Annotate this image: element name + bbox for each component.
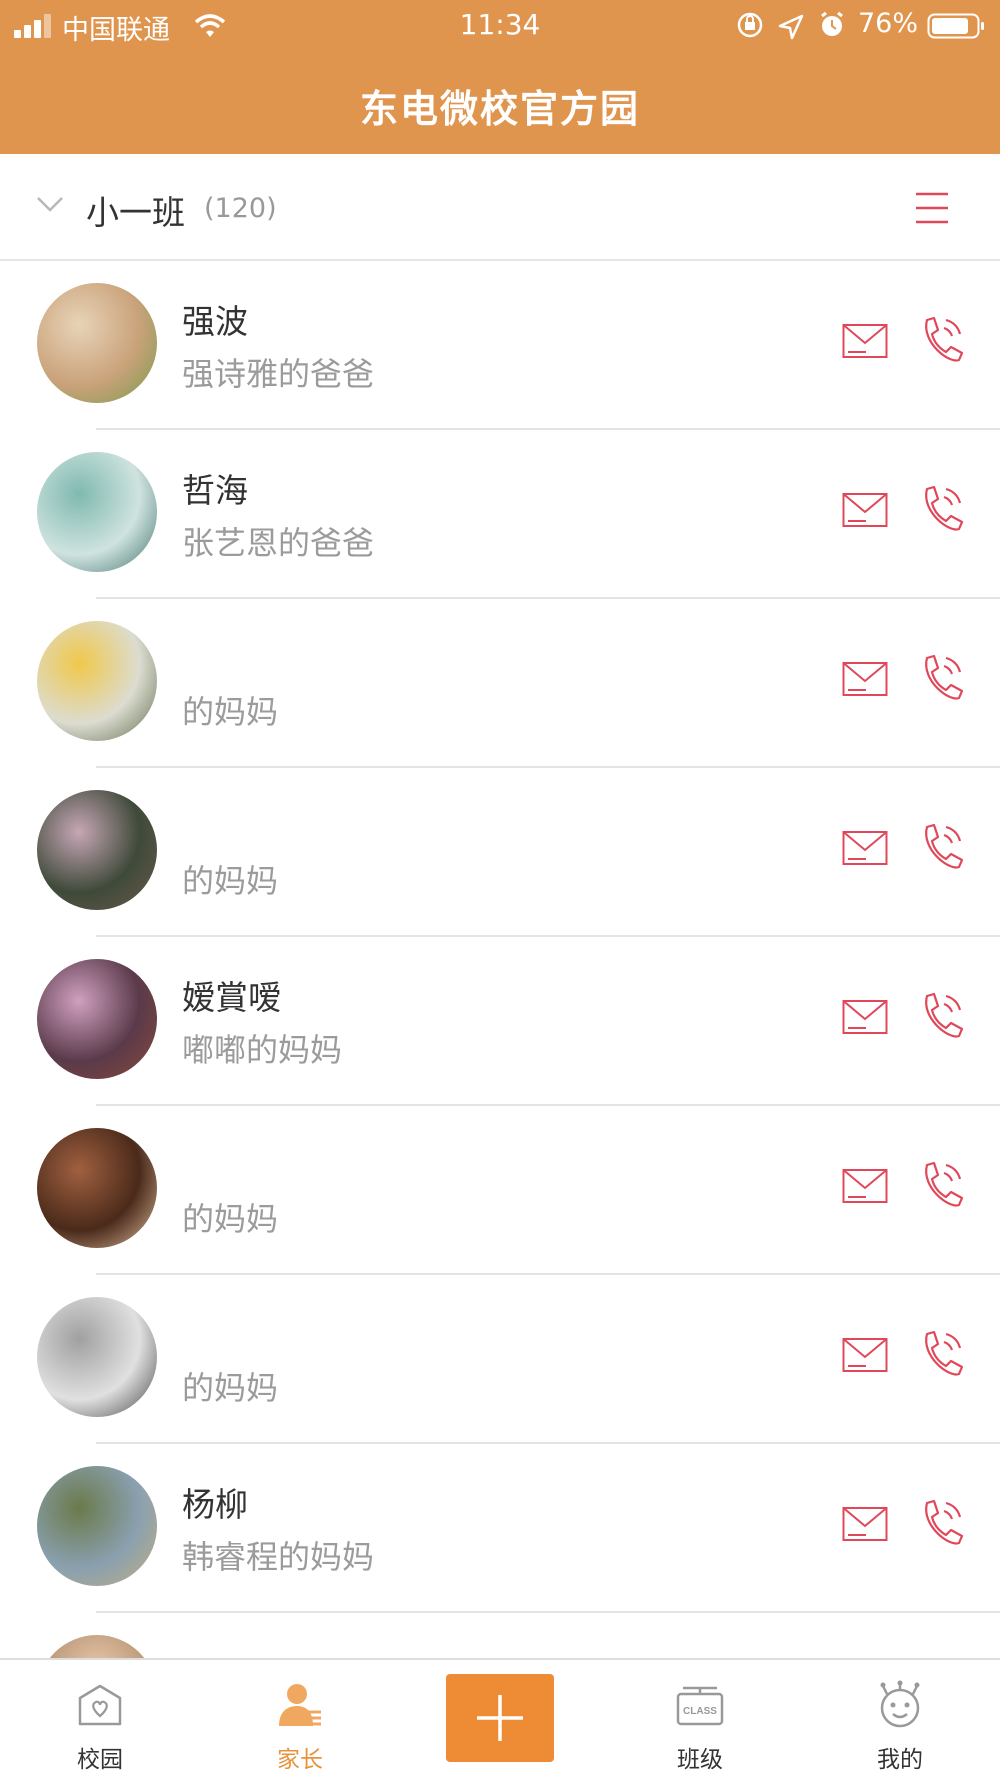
list-item[interactable]: 杨柳 韩睿程的妈妈 xyxy=(0,1444,1000,1613)
parent-relation: 嘟嘟的妈妈 xyxy=(182,1031,343,1069)
phone-icon[interactable] xyxy=(917,1497,965,1549)
parent-list: 强波 强诗雅的爸爸 哲海 张艺恩的爸爸 的妈妈 的妈妈 嫒賞嗳 嘟嘟的妈妈 的妈… xyxy=(0,261,1000,1782)
tab-label: 校园 xyxy=(77,1747,123,1773)
tab-parents[interactable]: 家长 xyxy=(240,1660,360,1780)
chevron-down-icon[interactable] xyxy=(36,194,64,214)
battery-percent: 76% xyxy=(858,8,919,39)
avatar xyxy=(37,959,157,1079)
parent-relation: 的妈妈 xyxy=(182,693,279,731)
parent-name: 嫒賞嗳 xyxy=(182,978,281,1017)
tab-label: 班级 xyxy=(677,1747,723,1773)
phone-icon[interactable] xyxy=(917,314,965,366)
menu-icon[interactable] xyxy=(914,190,950,226)
list-item[interactable]: 的妈妈 xyxy=(0,599,1000,768)
parent-name: 杨柳 xyxy=(182,1485,248,1524)
list-item[interactable]: 嫒賞嗳 嘟嘟的妈妈 xyxy=(0,937,1000,1106)
mail-icon[interactable] xyxy=(842,828,888,868)
alarm-icon xyxy=(821,11,843,36)
tab-school[interactable]: 校园 xyxy=(40,1660,160,1780)
plus-icon xyxy=(477,1695,523,1741)
parent-name: 强波 xyxy=(182,302,248,341)
rotation-lock-icon xyxy=(737,12,763,38)
school-icon xyxy=(78,1684,122,1726)
phone-icon[interactable] xyxy=(917,652,965,704)
phone-icon[interactable] xyxy=(917,1328,965,1380)
phone-icon[interactable] xyxy=(917,990,965,1042)
mail-icon[interactable] xyxy=(842,1166,888,1206)
avatar xyxy=(37,790,157,910)
mail-icon[interactable] xyxy=(842,659,888,699)
tab-class[interactable]: CLASS 班级 xyxy=(640,1660,760,1780)
avatar xyxy=(37,1466,157,1586)
parent-name: 哲海 xyxy=(182,471,248,510)
mail-icon[interactable] xyxy=(842,1335,888,1375)
mail-icon[interactable] xyxy=(842,490,888,530)
parent-relation: 强诗雅的爸爸 xyxy=(182,355,375,393)
status-bar: 中国联通 11:34 76% xyxy=(0,0,1000,52)
list-item[interactable]: 的妈妈 xyxy=(0,768,1000,937)
avatar xyxy=(37,1297,157,1417)
tab-bar: 校园 家长 CLASS 班级 我的 xyxy=(0,1658,1000,1780)
top-bar: 中国联通 11:34 76% 东电微校官方园 xyxy=(0,0,1000,154)
list-item[interactable]: 哲海 张艺恩的爸爸 xyxy=(0,430,1000,599)
avatar xyxy=(37,621,157,741)
list-item[interactable]: 的妈妈 xyxy=(0,1275,1000,1444)
location-icon xyxy=(778,14,804,40)
phone-icon[interactable] xyxy=(917,483,965,535)
parent-relation: 的妈妈 xyxy=(182,1369,279,1407)
list-item[interactable]: 强波 强诗雅的爸爸 xyxy=(0,261,1000,430)
class-selector[interactable]: 小一班 (120) xyxy=(0,154,1000,261)
mail-icon[interactable] xyxy=(842,1504,888,1544)
avatar xyxy=(37,452,157,572)
status-icons xyxy=(737,11,843,40)
mail-icon[interactable] xyxy=(842,997,888,1037)
phone-icon[interactable] xyxy=(917,821,965,873)
parent-icon xyxy=(279,1684,321,1726)
profile-icon xyxy=(880,1680,920,1728)
parent-relation: 的妈妈 xyxy=(182,1200,279,1238)
mail-icon[interactable] xyxy=(842,321,888,361)
tab-profile[interactable]: 我的 xyxy=(840,1660,960,1780)
parent-relation: 韩睿程的妈妈 xyxy=(182,1538,375,1576)
class-icon: CLASS xyxy=(676,1686,724,1726)
tab-label: 家长 xyxy=(277,1747,323,1773)
battery-icon xyxy=(927,13,984,39)
phone-icon[interactable] xyxy=(917,1159,965,1211)
tab-label: 我的 xyxy=(877,1747,923,1773)
class-name[interactable]: 小一班 xyxy=(86,186,185,234)
parent-relation: 张艺恩的爸爸 xyxy=(182,524,375,562)
add-button[interactable] xyxy=(446,1674,554,1762)
list-item[interactable]: 的妈妈 xyxy=(0,1106,1000,1275)
page-title: 东电微校官方园 xyxy=(359,87,640,131)
class-count: (120) xyxy=(204,193,277,224)
parent-relation: 的妈妈 xyxy=(182,862,279,900)
avatar xyxy=(37,283,157,403)
svg-text:CLASS: CLASS xyxy=(683,1706,717,1717)
avatar xyxy=(37,1128,157,1248)
